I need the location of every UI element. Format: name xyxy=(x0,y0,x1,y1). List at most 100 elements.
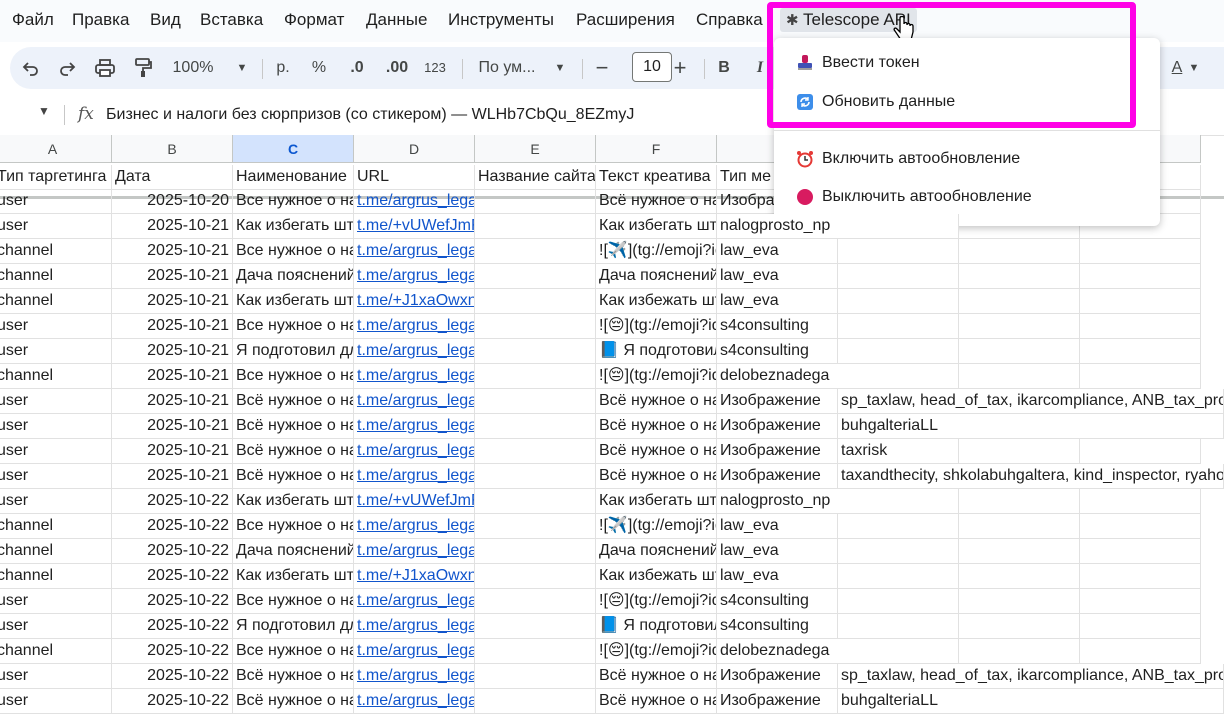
table-cell[interactable]: Изображение xyxy=(717,689,838,714)
table-cell[interactable]: Я подготовил дл xyxy=(233,339,354,364)
table-cell[interactable]: channel xyxy=(0,639,112,664)
table-cell[interactable]: Изображение xyxy=(717,414,838,439)
menu-format[interactable]: Формат xyxy=(284,10,344,30)
table-cell[interactable] xyxy=(959,239,1080,264)
table-cell[interactable] xyxy=(838,589,959,614)
table-cell[interactable]: t.me/argrus_legal/42 xyxy=(354,539,475,564)
table-cell[interactable]: Всё нужное о на xyxy=(233,664,354,689)
menu-extensions[interactable]: Расширения xyxy=(576,10,675,30)
table-cell[interactable]: Все нужное о на xyxy=(233,314,354,339)
table-cell[interactable]: 2025-10-22 xyxy=(112,514,233,539)
table-cell[interactable]: ![😔](tg://emoji?id=54651391416 xyxy=(596,639,717,664)
paint-format-icon[interactable] xyxy=(130,47,156,89)
table-cell[interactable]: channel xyxy=(0,564,112,589)
table-cell[interactable]: Всё нужное о на xyxy=(596,689,717,714)
table-cell[interactable]: 2025-10-22 xyxy=(112,639,233,664)
table-cell[interactable]: 2025-10-21 xyxy=(112,389,233,414)
chevron-down-icon[interactable]: ▼ xyxy=(1188,47,1200,89)
table-cell[interactable] xyxy=(475,214,596,239)
table-cell[interactable]: t.me/argrus_legal xyxy=(354,314,475,339)
table-cell[interactable]: 2025-10-21 xyxy=(112,289,233,314)
table-cell[interactable] xyxy=(1080,639,1201,664)
undo-icon[interactable] xyxy=(18,47,44,89)
table-cell[interactable] xyxy=(475,439,596,464)
table-cell[interactable]: s4consulting xyxy=(717,614,838,639)
table-cell[interactable]: t.me/argrus_legal xyxy=(354,464,475,489)
name-box-dropdown-icon[interactable]: ▼ xyxy=(38,104,50,118)
table-cell[interactable]: Как избежать штрафов, как отве xyxy=(596,564,717,589)
table-cell[interactable]: 2025-10-22 xyxy=(112,664,233,689)
table-cell[interactable]: Изображение xyxy=(717,389,838,414)
table-cell[interactable]: Всё нужное о на xyxy=(596,189,717,214)
table-cell[interactable] xyxy=(1080,539,1201,564)
table-cell[interactable] xyxy=(959,289,1080,314)
table-cell[interactable] xyxy=(1080,314,1201,339)
table-cell[interactable]: user xyxy=(0,689,112,714)
increase-font-size-button[interactable]: + xyxy=(670,47,690,89)
table-cell[interactable]: Как избегать штрафов, Как отве xyxy=(596,214,717,239)
table-cell[interactable]: Всё нужное о на xyxy=(233,689,354,714)
print-icon[interactable] xyxy=(92,47,118,89)
column-header-b[interactable]: B xyxy=(112,135,233,163)
table-cell[interactable]: Дача пояснений и допрос в нало xyxy=(596,264,717,289)
table-cell[interactable]: t.me/argrus_legal xyxy=(354,364,475,389)
table-cell[interactable]: channel xyxy=(0,289,112,314)
table-cell[interactable] xyxy=(838,314,959,339)
table-cell[interactable]: t.me/argrus_legal/42 xyxy=(354,264,475,289)
table-cell[interactable] xyxy=(475,239,596,264)
header-cell[interactable]: Наименование xyxy=(233,165,354,190)
table-cell[interactable]: user xyxy=(0,189,112,214)
table-cell[interactable] xyxy=(475,314,596,339)
table-cell[interactable]: t.me/argrus_legal xyxy=(354,639,475,664)
table-cell[interactable] xyxy=(959,314,1080,339)
table-cell[interactable]: t.me/argrus_legal/112 xyxy=(354,339,475,364)
menu-help[interactable]: Справка xyxy=(696,10,763,30)
header-cell[interactable]: Дата xyxy=(112,165,233,190)
table-cell[interactable]: 2025-10-21 xyxy=(112,364,233,389)
currency-format-button[interactable]: р. xyxy=(272,47,294,89)
table-cell[interactable]: 2025-10-22 xyxy=(112,689,233,714)
table-cell[interactable]: channel xyxy=(0,364,112,389)
number-format-button[interactable]: 123 xyxy=(420,47,450,89)
table-cell[interactable]: user xyxy=(0,414,112,439)
table-cell[interactable]: Всё нужное о на xyxy=(596,439,717,464)
header-cell[interactable]: URL xyxy=(354,165,475,190)
table-cell[interactable] xyxy=(959,614,1080,639)
table-cell[interactable]: Изображение xyxy=(717,664,838,689)
table-cell[interactable]: taxandthecity, shkolabuhgaltera, kind_in… xyxy=(838,464,1224,489)
table-cell[interactable]: 2025-10-21 xyxy=(112,414,233,439)
table-cell[interactable] xyxy=(1080,339,1201,364)
chevron-down-icon[interactable]: ▼ xyxy=(554,47,566,89)
table-cell[interactable]: user xyxy=(0,589,112,614)
table-cell[interactable] xyxy=(475,189,596,214)
menu-item-refresh-data[interactable]: Обновить данные xyxy=(774,85,1160,121)
table-cell[interactable]: taxrisk xyxy=(838,439,959,464)
table-cell[interactable]: delobeznadega xyxy=(717,639,959,664)
column-header-a[interactable]: A xyxy=(0,135,112,163)
table-cell[interactable]: channel xyxy=(0,239,112,264)
table-cell[interactable]: Как избегать штр xyxy=(233,289,354,314)
table-cell[interactable]: s4consulting xyxy=(717,314,838,339)
table-cell[interactable] xyxy=(838,239,959,264)
table-cell[interactable]: Все нужное о на xyxy=(233,514,354,539)
table-cell[interactable] xyxy=(1080,264,1201,289)
table-cell[interactable]: Всё нужное о на xyxy=(233,464,354,489)
header-cell[interactable]: Название сайта xyxy=(475,165,596,190)
table-cell[interactable] xyxy=(475,689,596,714)
table-cell[interactable]: 2025-10-22 xyxy=(112,489,233,514)
decrease-decimal-button[interactable]: .0 xyxy=(344,47,370,89)
table-cell[interactable]: buhgalteriaLL xyxy=(838,689,1224,714)
table-cell[interactable] xyxy=(475,414,596,439)
table-cell[interactable] xyxy=(959,264,1080,289)
table-cell[interactable] xyxy=(1080,364,1201,389)
table-cell[interactable] xyxy=(959,539,1080,564)
table-cell[interactable]: buhgalteriaLL xyxy=(838,414,1224,439)
table-cell[interactable]: ![✈️](tg://emoji?id=52153720487 xyxy=(596,514,717,539)
table-cell[interactable]: nalogprosto_np xyxy=(717,214,959,239)
table-cell[interactable]: Все нужное о на xyxy=(233,239,354,264)
table-cell[interactable]: t.me/+J1xaOwxn-9pmZGYx xyxy=(354,564,475,589)
table-cell[interactable]: user xyxy=(0,464,112,489)
table-cell[interactable]: 2025-10-22 xyxy=(112,589,233,614)
table-cell[interactable]: t.me/argrus_legal xyxy=(354,414,475,439)
table-cell[interactable]: t.me/argrus_legal xyxy=(354,239,475,264)
